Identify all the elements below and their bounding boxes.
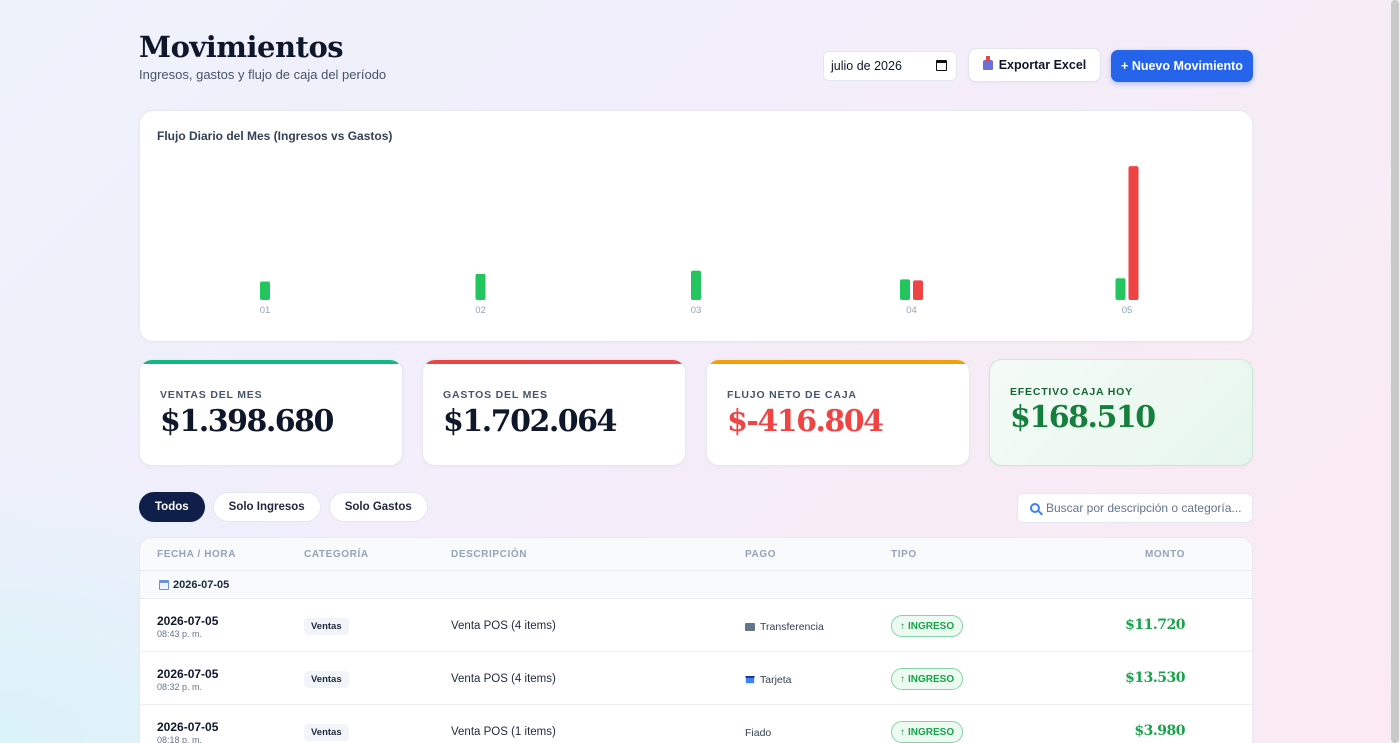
page-subtitle: Ingresos, gastos y flujo de caja del per… — [139, 67, 387, 82]
bar-02-series-0[interactable] — [475, 273, 486, 300]
month-picker[interactable]: julio de 2026 — [823, 51, 957, 81]
table-row[interactable]: 2026-07-05 08:43 p. m. Ventas Venta POS … — [140, 599, 1252, 652]
category-badge: Ventas — [304, 618, 349, 635]
stat-value: $1.702.064 — [443, 404, 617, 439]
movements-table: FECHA / HORA CATEGORÍA DESCRIPCIÓN PAGO … — [139, 537, 1253, 743]
col-date-time[interactable]: FECHA / HORA — [157, 549, 236, 560]
x-tick-label: 04 — [906, 305, 917, 316]
x-tick-label: 05 — [1122, 305, 1133, 316]
calendar-icon — [159, 580, 169, 590]
calendar-icon[interactable] — [936, 60, 947, 71]
stat-value: $1.398.680 — [160, 404, 334, 439]
stat-accent-bar — [140, 360, 402, 364]
bar-04-series-0[interactable] — [900, 279, 910, 300]
row-payment: Fiado — [745, 727, 771, 739]
x-tick-label: 02 — [475, 305, 486, 316]
category-badge: Ventas — [304, 724, 349, 741]
row-date: 2026-07-05 — [157, 614, 219, 628]
export-excel-button[interactable]: Exportar Excel — [968, 48, 1101, 82]
search-input[interactable] — [1046, 501, 1246, 515]
payment-label: Transferencia — [760, 621, 824, 633]
payment-label: Tarjeta — [760, 674, 792, 686]
type-badge: ↑ INGRESO — [891, 668, 964, 690]
type-label: INGRESO — [908, 673, 955, 685]
card-icon — [745, 676, 755, 684]
filter-expense[interactable]: Solo Gastos — [328, 492, 428, 522]
bar-03-series-0[interactable] — [691, 270, 701, 300]
col-description[interactable]: DESCRIPCIÓN — [451, 549, 527, 560]
stat-value: $168.510 — [1010, 400, 1156, 435]
export-excel-label: Exportar Excel — [998, 58, 1087, 72]
export-icon — [982, 56, 993, 70]
payment-label: Fiado — [745, 727, 772, 739]
row-amount: $13.530 — [1125, 670, 1185, 686]
row-description: Venta POS (1 items) — [451, 726, 556, 738]
x-tick-label: 03 — [691, 305, 702, 316]
stat-label: GASTOS DEL MES — [443, 389, 548, 401]
month-picker-value: julio de 2026 — [831, 59, 902, 73]
bar-04-series-1[interactable] — [913, 280, 923, 300]
new-movement-button[interactable]: + Nuevo Movimiento — [1111, 50, 1253, 82]
date-group-label: 2026-07-05 — [173, 579, 230, 591]
stat-label: VENTAS DEL MES — [160, 389, 263, 401]
arrow-up-icon: ↑ — [900, 620, 905, 632]
stat-card-net-flow: FLUJO NETO DE CAJA $-416.804 — [706, 359, 970, 466]
row-time: 08:32 p. m. — [157, 682, 203, 692]
x-tick-label: 01 — [260, 305, 271, 316]
type-label: INGRESO — [908, 620, 955, 632]
stat-value: $-416.804 — [727, 404, 884, 439]
table-row[interactable]: 2026-07-05 08:32 p. m. Ventas Venta POS … — [140, 652, 1252, 705]
row-description: Venta POS (4 items) — [451, 620, 556, 632]
bar-05-series-0[interactable] — [1115, 278, 1126, 300]
type-badge: ↑ INGRESO — [891, 615, 964, 637]
stat-card-sales: VENTAS DEL MES $1.398.680 — [139, 359, 403, 466]
bar-05-series-1[interactable] — [1128, 166, 1139, 300]
arrow-up-icon: ↑ — [900, 726, 905, 738]
date-group-row: 2026-07-05 — [140, 571, 1252, 599]
stat-card-cash-today: EFECTIVO CAJA HOY $168.510 — [989, 359, 1253, 466]
col-amount[interactable]: MONTO — [1145, 549, 1185, 560]
row-amount: $3.980 — [1134, 723, 1185, 739]
col-payment[interactable]: PAGO — [745, 549, 776, 560]
row-payment: Transferencia — [745, 621, 824, 633]
bank-icon — [745, 623, 755, 631]
arrow-up-icon: ↑ — [900, 673, 905, 685]
stat-accent-bar — [707, 360, 969, 364]
row-payment: Tarjeta — [745, 674, 792, 686]
type-label: INGRESO — [908, 726, 955, 738]
filter-income[interactable]: Solo Ingresos — [212, 492, 321, 522]
table-row[interactable]: 2026-07-05 08:18 p. m. Ventas Venta POS … — [140, 705, 1252, 743]
row-amount: $11.720 — [1125, 617, 1185, 633]
category-badge: Ventas — [304, 671, 349, 688]
row-time: 08:18 p. m. — [157, 735, 203, 743]
filter-all[interactable]: Todos — [139, 492, 205, 522]
type-badge: ↑ INGRESO — [891, 721, 964, 743]
daily-flow-chart-card: Flujo Diario del Mes (Ingresos vs Gastos… — [139, 110, 1253, 342]
col-type[interactable]: TIPO — [891, 549, 917, 560]
row-date: 2026-07-05 — [157, 667, 219, 681]
new-movement-label: + Nuevo Movimiento — [1121, 59, 1243, 73]
col-category[interactable]: CATEGORÍA — [304, 549, 369, 560]
bar-01-series-0[interactable] — [260, 281, 270, 300]
page-title: Movimientos — [139, 30, 344, 64]
row-time: 08:43 p. m. — [157, 629, 203, 639]
daily-flow-chart: 01 02 03 04 05 — [260, 166, 1139, 316]
row-description: Venta POS (4 items) — [451, 673, 556, 685]
search-icon — [1030, 503, 1040, 513]
row-date: 2026-07-05 — [157, 720, 219, 734]
table-header: FECHA / HORA CATEGORÍA DESCRIPCIÓN PAGO … — [140, 538, 1252, 571]
stat-accent-bar — [423, 360, 685, 364]
search-box[interactable] — [1017, 493, 1253, 523]
page-header: Movimientos Ingresos, gastos y flujo de … — [139, 30, 1253, 90]
stat-label: EFECTIVO CAJA HOY — [1010, 386, 1133, 398]
type-filter-group: Todos Solo Ingresos Solo Gastos — [139, 492, 428, 522]
stat-card-expenses: GASTOS DEL MES $1.702.064 — [422, 359, 686, 466]
scrollbar[interactable] — [1390, 0, 1400, 743]
stat-label: FLUJO NETO DE CAJA — [727, 389, 857, 401]
scrollbar-thumb[interactable] — [1391, 0, 1399, 743]
